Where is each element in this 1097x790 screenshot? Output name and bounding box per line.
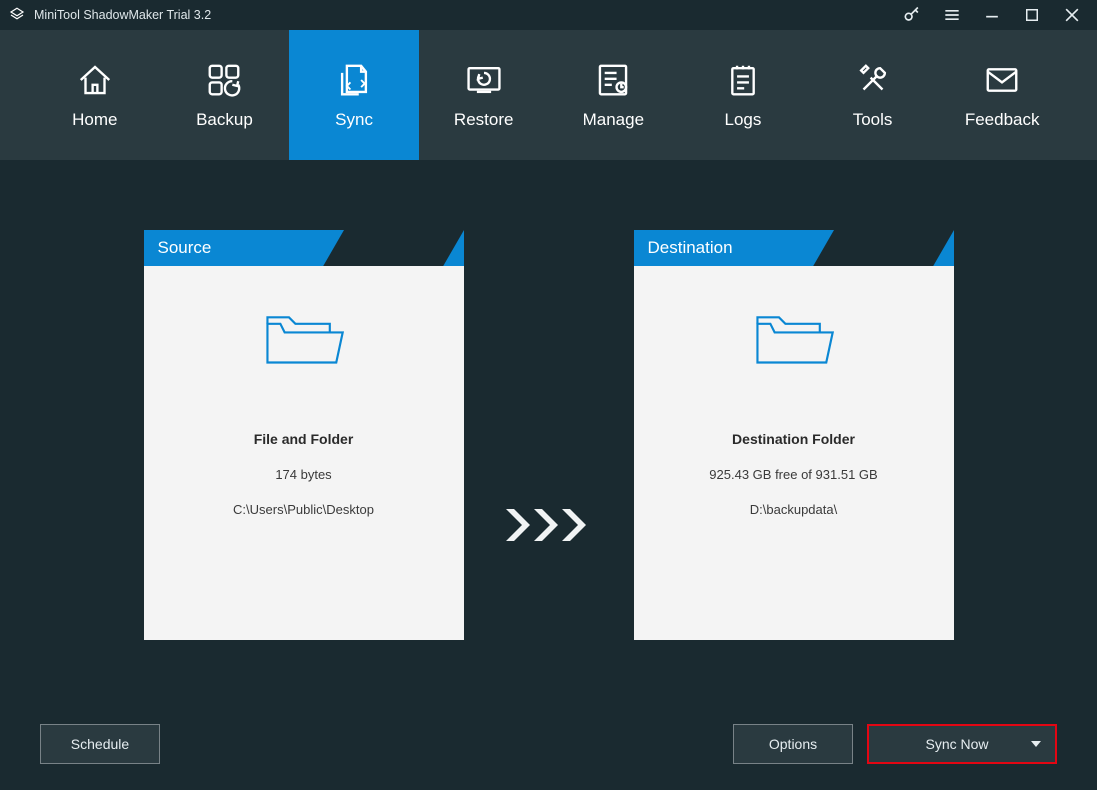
nav-tools[interactable]: Tools xyxy=(808,30,938,160)
source-path: C:\Users\Public\Desktop xyxy=(233,502,374,517)
minimize-icon[interactable] xyxy=(981,4,1003,26)
maximize-icon[interactable] xyxy=(1021,4,1043,26)
sync-panel: Source File and Folder 174 bytes C:\User… xyxy=(0,160,1097,700)
schedule-button[interactable]: Schedule xyxy=(40,724,160,764)
sync-icon xyxy=(335,60,373,100)
source-card[interactable]: Source File and Folder 174 bytes C:\User… xyxy=(144,230,464,640)
folder-open-icon xyxy=(751,306,837,381)
folder-open-icon xyxy=(261,306,347,381)
backup-icon xyxy=(205,60,243,100)
app-title: MiniTool ShadowMaker Trial 3.2 xyxy=(34,8,211,22)
options-button[interactable]: Options xyxy=(733,724,853,764)
schedule-label: Schedule xyxy=(71,736,129,752)
nav-logs[interactable]: Logs xyxy=(678,30,808,160)
manage-icon xyxy=(594,60,632,100)
nav-label: Feedback xyxy=(965,110,1040,130)
nav-manage[interactable]: Manage xyxy=(549,30,679,160)
nav-restore[interactable]: Restore xyxy=(419,30,549,160)
nav-sync[interactable]: Sync xyxy=(289,30,419,160)
destination-path: D:\backupdata\ xyxy=(750,502,837,517)
main-nav: Home Backup Sync Restore Manage Logs T xyxy=(0,30,1097,160)
restore-icon xyxy=(465,60,503,100)
source-title: File and Folder xyxy=(254,431,354,447)
chevron-down-icon xyxy=(1031,741,1041,747)
sync-now-button[interactable]: Sync Now xyxy=(867,724,1057,764)
nav-feedback[interactable]: Feedback xyxy=(937,30,1067,160)
footer-buttons: Schedule Options Sync Now xyxy=(0,724,1097,764)
nav-label: Restore xyxy=(454,110,514,130)
sync-direction-icon xyxy=(504,505,594,545)
sync-now-label: Sync Now xyxy=(925,736,988,752)
nav-label: Tools xyxy=(853,110,893,130)
destination-free: 925.43 GB free of 931.51 GB xyxy=(709,467,877,482)
nav-label: Logs xyxy=(725,110,762,130)
options-label: Options xyxy=(769,736,817,752)
source-header-label: Source xyxy=(158,238,212,258)
destination-title: Destination Folder xyxy=(732,431,855,447)
destination-header: Destination xyxy=(634,230,954,266)
source-header: Source xyxy=(144,230,464,266)
nav-backup[interactable]: Backup xyxy=(160,30,290,160)
nav-label: Sync xyxy=(335,110,373,130)
window-controls xyxy=(901,4,1089,26)
tools-icon xyxy=(854,60,892,100)
nav-home[interactable]: Home xyxy=(30,30,160,160)
destination-header-label: Destination xyxy=(648,238,733,258)
key-icon[interactable] xyxy=(901,4,923,26)
close-icon[interactable] xyxy=(1061,4,1083,26)
home-icon xyxy=(76,60,114,100)
nav-label: Home xyxy=(72,110,117,130)
nav-label: Backup xyxy=(196,110,253,130)
feedback-icon xyxy=(983,60,1021,100)
nav-label: Manage xyxy=(583,110,644,130)
destination-card[interactable]: Destination Destination Folder 925.43 GB… xyxy=(634,230,954,640)
logs-icon xyxy=(724,60,762,100)
app-logo-icon xyxy=(8,6,26,24)
menu-icon[interactable] xyxy=(941,4,963,26)
source-size: 174 bytes xyxy=(275,467,331,482)
titlebar: MiniTool ShadowMaker Trial 3.2 xyxy=(0,0,1097,30)
